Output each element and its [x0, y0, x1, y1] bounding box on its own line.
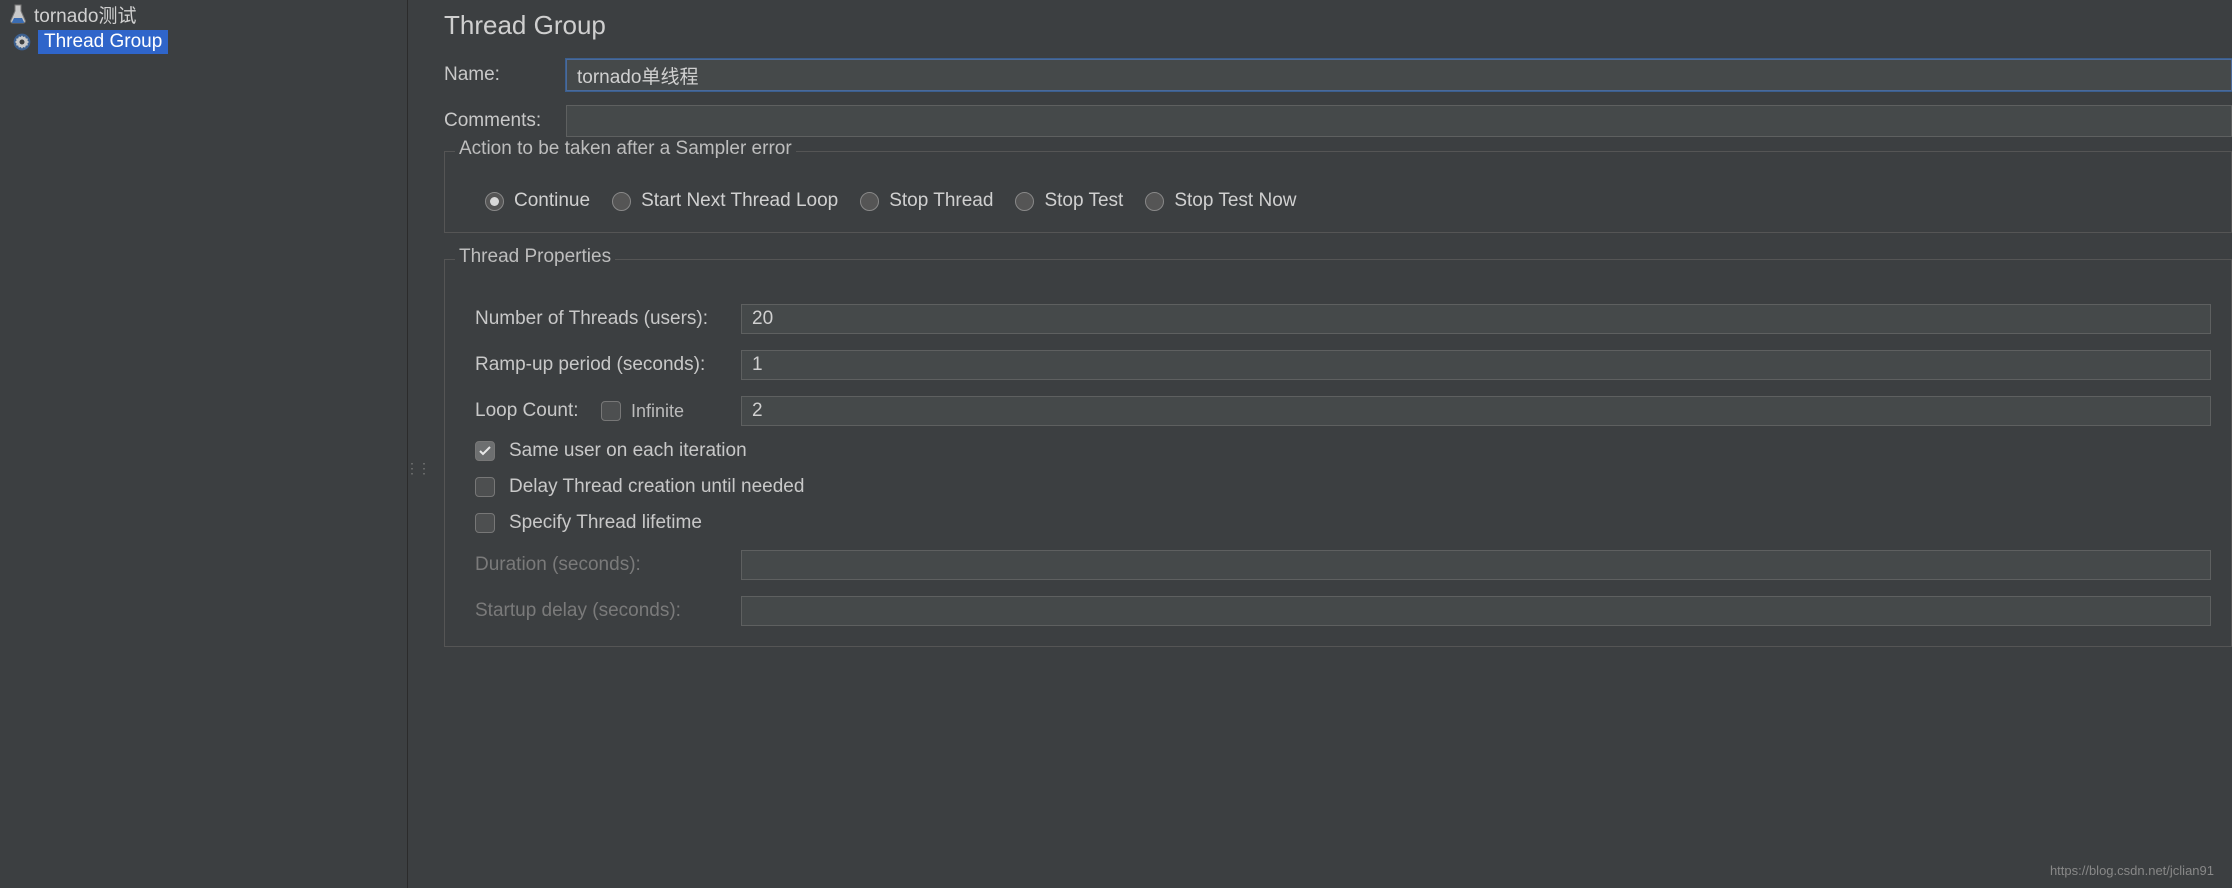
watermark: https://blog.csdn.net/jclian91 [2050, 863, 2214, 878]
error-action-group: Action to be taken after a Sampler error… [444, 151, 2232, 233]
radio-start-next-loop[interactable]: Start Next Thread Loop [612, 190, 838, 212]
checkbox-icon [475, 477, 495, 497]
checkbox-icon [475, 513, 495, 533]
ramp-up-input[interactable] [741, 350, 2211, 380]
thread-properties-group: Thread Properties Number of Threads (use… [444, 259, 2232, 647]
radio-stop-test-now[interactable]: Stop Test Now [1145, 190, 1296, 212]
comments-input[interactable] [566, 105, 2232, 137]
comments-label: Comments: [444, 110, 554, 132]
main-panel: Thread Group Name: Comments: Action to b… [408, 0, 2232, 888]
error-action-legend: Action to be taken after a Sampler error [455, 138, 796, 160]
duration-input [741, 550, 2211, 580]
radio-icon [485, 192, 504, 211]
tree-panel: tornado测试 Thread Group ⋮⋮ [0, 0, 408, 888]
startup-delay-label: Startup delay (seconds): [475, 600, 727, 622]
tree-item-label: tornado测试 [34, 1, 136, 28]
gear-icon [12, 32, 32, 52]
radio-continue[interactable]: Continue [485, 190, 590, 212]
num-threads-label: Number of Threads (users): [475, 308, 727, 330]
radio-icon [612, 192, 631, 211]
checkbox-icon [475, 441, 495, 461]
infinite-checkbox[interactable]: Infinite [601, 401, 727, 422]
radio-stop-test[interactable]: Stop Test [1015, 190, 1123, 212]
loop-count-label: Loop Count: [475, 400, 587, 422]
num-threads-input[interactable] [741, 304, 2211, 334]
thread-properties-legend: Thread Properties [455, 246, 615, 268]
delay-creation-checkbox[interactable]: Delay Thread creation until needed [475, 476, 2211, 498]
checkbox-icon [601, 401, 621, 421]
name-input[interactable] [566, 59, 2232, 91]
same-user-checkbox[interactable]: Same user on each iteration [475, 440, 2211, 462]
beaker-icon [8, 4, 28, 24]
radio-stop-thread[interactable]: Stop Thread [860, 190, 993, 212]
name-label: Name: [444, 64, 554, 86]
duration-label: Duration (seconds): [475, 554, 727, 576]
radio-icon [1145, 192, 1164, 211]
specify-lifetime-checkbox[interactable]: Specify Thread lifetime [475, 512, 2211, 534]
tree-item-test-plan[interactable]: tornado测试 [0, 0, 407, 28]
tree-item-label: Thread Group [38, 30, 168, 54]
radio-icon [860, 192, 879, 211]
page-title: Thread Group [444, 10, 2232, 41]
tree-item-thread-group[interactable]: Thread Group [0, 28, 407, 56]
startup-delay-input [741, 596, 2211, 626]
radio-icon [1015, 192, 1034, 211]
loop-count-input[interactable] [741, 396, 2211, 426]
ramp-up-label: Ramp-up period (seconds): [475, 354, 727, 376]
